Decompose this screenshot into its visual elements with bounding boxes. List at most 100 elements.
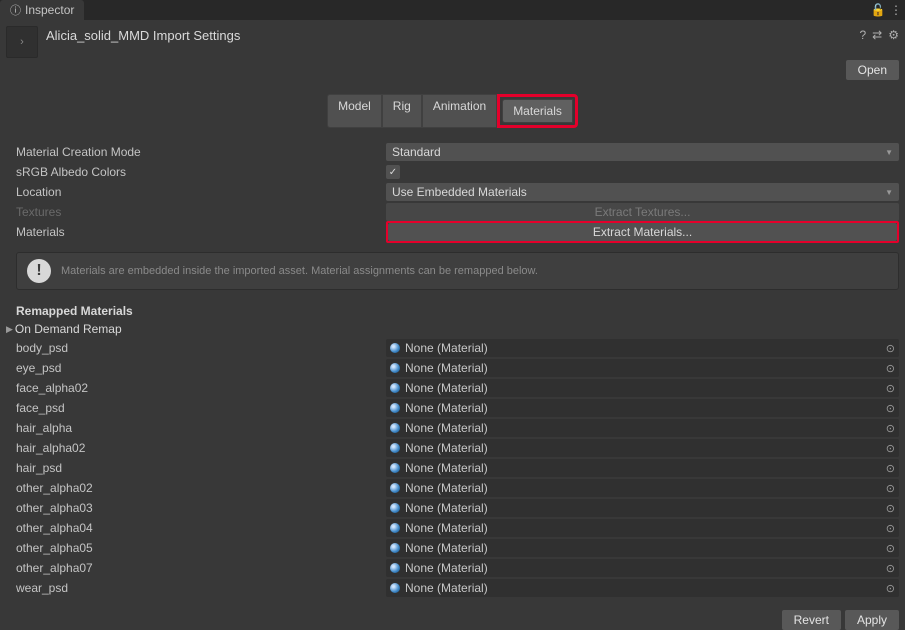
inspector-tab[interactable]: ⓘ Inspector (0, 0, 84, 20)
material-object-field[interactable]: None (Material)⊙ (386, 559, 899, 577)
material-icon (390, 423, 400, 433)
object-picker-icon[interactable]: ⊙ (886, 342, 895, 355)
material-row: wear_psdNone (Material)⊙ (16, 578, 899, 598)
object-picker-icon[interactable]: ⊙ (886, 402, 895, 415)
material-row: other_alpha05None (Material)⊙ (16, 538, 899, 558)
material-name: other_alpha03 (16, 501, 386, 515)
apply-button[interactable]: Apply (845, 610, 899, 630)
material-object-field[interactable]: None (Material) ⊙ (386, 459, 899, 477)
material-row: face_psdNone (Material)⊙ (16, 398, 899, 418)
material-row: other_alpha07None (Material)⊙ (16, 558, 899, 578)
material-icon (390, 503, 400, 513)
row-location: Location Use Embedded Materials ▼ (16, 182, 899, 202)
material-value: None (Material) (405, 481, 488, 495)
material-object-field[interactable]: None (Material) ⊙ (386, 439, 899, 457)
object-picker-icon[interactable]: ⊙ (886, 502, 895, 515)
dropdown-value: Use Embedded Materials (392, 185, 527, 199)
material-row: eye_psdNone (Material)⊙ (16, 358, 899, 378)
material-name: hair_psd (16, 461, 386, 475)
material-row: face_alpha02 None (Material) ⊙ (16, 378, 899, 398)
highlight-materials-tab: Materials (497, 94, 578, 128)
material-name: other_alpha04 (16, 521, 386, 535)
gear-icon[interactable]: ⚙ (888, 28, 899, 42)
object-picker-icon[interactable]: ⊙ (886, 562, 895, 575)
material-row: other_alpha04None (Material)⊙ (16, 518, 899, 538)
label-materials: Materials (16, 225, 386, 239)
ondemand-foldout[interactable]: ▶ On Demand Remap (0, 320, 905, 338)
kebab-menu-icon[interactable]: ⋮ (887, 0, 905, 20)
info-icon: ! (27, 259, 51, 283)
object-picker-icon[interactable]: ⊙ (886, 362, 895, 375)
object-picker-icon[interactable]: ⊙ (886, 522, 895, 535)
material-icon (390, 383, 400, 393)
material-icon (390, 483, 400, 493)
object-picker-icon[interactable]: ⊙ (886, 542, 895, 555)
material-value: None (Material) (405, 421, 488, 435)
material-object-field[interactable]: None (Material)⊙ (386, 579, 899, 597)
extract-textures-button: Extract Textures... (386, 203, 899, 221)
extract-materials-button[interactable]: Extract Materials... (388, 223, 897, 241)
dropdown-material-creation-mode[interactable]: Standard ▼ (386, 143, 899, 161)
material-value: None (Material) (405, 381, 488, 395)
material-value: None (Material) (405, 461, 488, 475)
label-textures: Textures (16, 205, 386, 219)
material-name: other_alpha07 (16, 561, 386, 575)
material-row: other_alpha03None (Material)⊙ (16, 498, 899, 518)
label-material-creation-mode: Material Creation Mode (16, 145, 386, 159)
material-object-field[interactable]: None (Material)⊙ (386, 359, 899, 377)
tab-materials[interactable]: Materials (502, 99, 573, 123)
material-row: hair_alpha None (Material) ⊙ (16, 418, 899, 438)
label-location: Location (16, 185, 386, 199)
material-icon (390, 583, 400, 593)
asset-title: Alicia_solid_MMD Import Settings (46, 26, 859, 43)
material-row: hair_alpha02None (Material)⊙ (16, 438, 899, 458)
tab-animation[interactable]: Animation (422, 94, 497, 128)
open-button[interactable]: Open (846, 60, 899, 80)
material-object-field[interactable]: None (Material)⊙ (386, 499, 899, 517)
object-picker-icon[interactable]: ⊙ (886, 582, 895, 595)
inspector-tab-label: Inspector (25, 3, 74, 17)
material-icon (390, 403, 400, 413)
import-subtabs: Model Rig Animation Materials (0, 94, 905, 128)
material-object-field[interactable]: None (Material) ⊙ (386, 339, 899, 357)
preset-icon[interactable]: ⇄ (872, 28, 882, 42)
material-object-field[interactable]: None (Material) ⊙ (386, 379, 899, 397)
material-object-field[interactable]: None (Material)⊙ (386, 539, 899, 557)
object-picker-icon[interactable]: ⊙ (886, 382, 895, 395)
info-callout: ! Materials are embedded inside the impo… (16, 252, 899, 290)
tab-rig[interactable]: Rig (382, 94, 422, 128)
material-object-field[interactable]: None (Material)⊙ (386, 519, 899, 537)
row-textures: Textures Extract Textures... (16, 202, 899, 222)
revert-button[interactable]: Revert (782, 610, 841, 630)
material-object-field[interactable]: None (Material) ⊙ (386, 479, 899, 497)
object-picker-icon[interactable]: ⊙ (886, 422, 895, 435)
material-name: hair_alpha (16, 421, 386, 435)
material-icon (390, 343, 400, 353)
material-object-field[interactable]: None (Material) ⊙ (386, 419, 899, 437)
ondemand-label: On Demand Remap (15, 322, 122, 336)
dropdown-location[interactable]: Use Embedded Materials ▼ (386, 183, 899, 201)
material-icon (390, 543, 400, 553)
info-icon: ⓘ (10, 2, 21, 18)
label-srgb-albedo: sRGB Albedo Colors (16, 165, 386, 179)
material-list: body_psdNone (Material)⊙eye_psdNone (Mat… (0, 338, 905, 598)
chevron-down-icon: ▼ (885, 148, 893, 157)
material-name: wear_psd (16, 581, 386, 595)
material-value: None (Material) (405, 401, 488, 415)
material-name: face_alpha02 (16, 381, 386, 395)
object-picker-icon[interactable]: ⊙ (886, 482, 895, 495)
object-picker-icon[interactable]: ⊙ (886, 462, 895, 475)
row-srgb-albedo: sRGB Albedo Colors ✓ (16, 162, 899, 182)
lock-icon[interactable]: 🔓 (869, 0, 887, 20)
material-value: None (Material) (405, 441, 488, 455)
material-value: None (Material) (405, 341, 488, 355)
window-tabbar: ⓘ Inspector 🔓 ⋮ (0, 0, 905, 20)
asset-thumbnail: › (6, 26, 38, 58)
checkbox-srgb-albedo[interactable]: ✓ (386, 165, 400, 179)
tab-model[interactable]: Model (327, 94, 382, 128)
help-icon[interactable]: ? (859, 28, 866, 42)
material-icon (390, 443, 400, 453)
object-picker-icon[interactable]: ⊙ (886, 442, 895, 455)
material-icon (390, 363, 400, 373)
material-object-field[interactable]: None (Material) ⊙ (386, 399, 899, 417)
